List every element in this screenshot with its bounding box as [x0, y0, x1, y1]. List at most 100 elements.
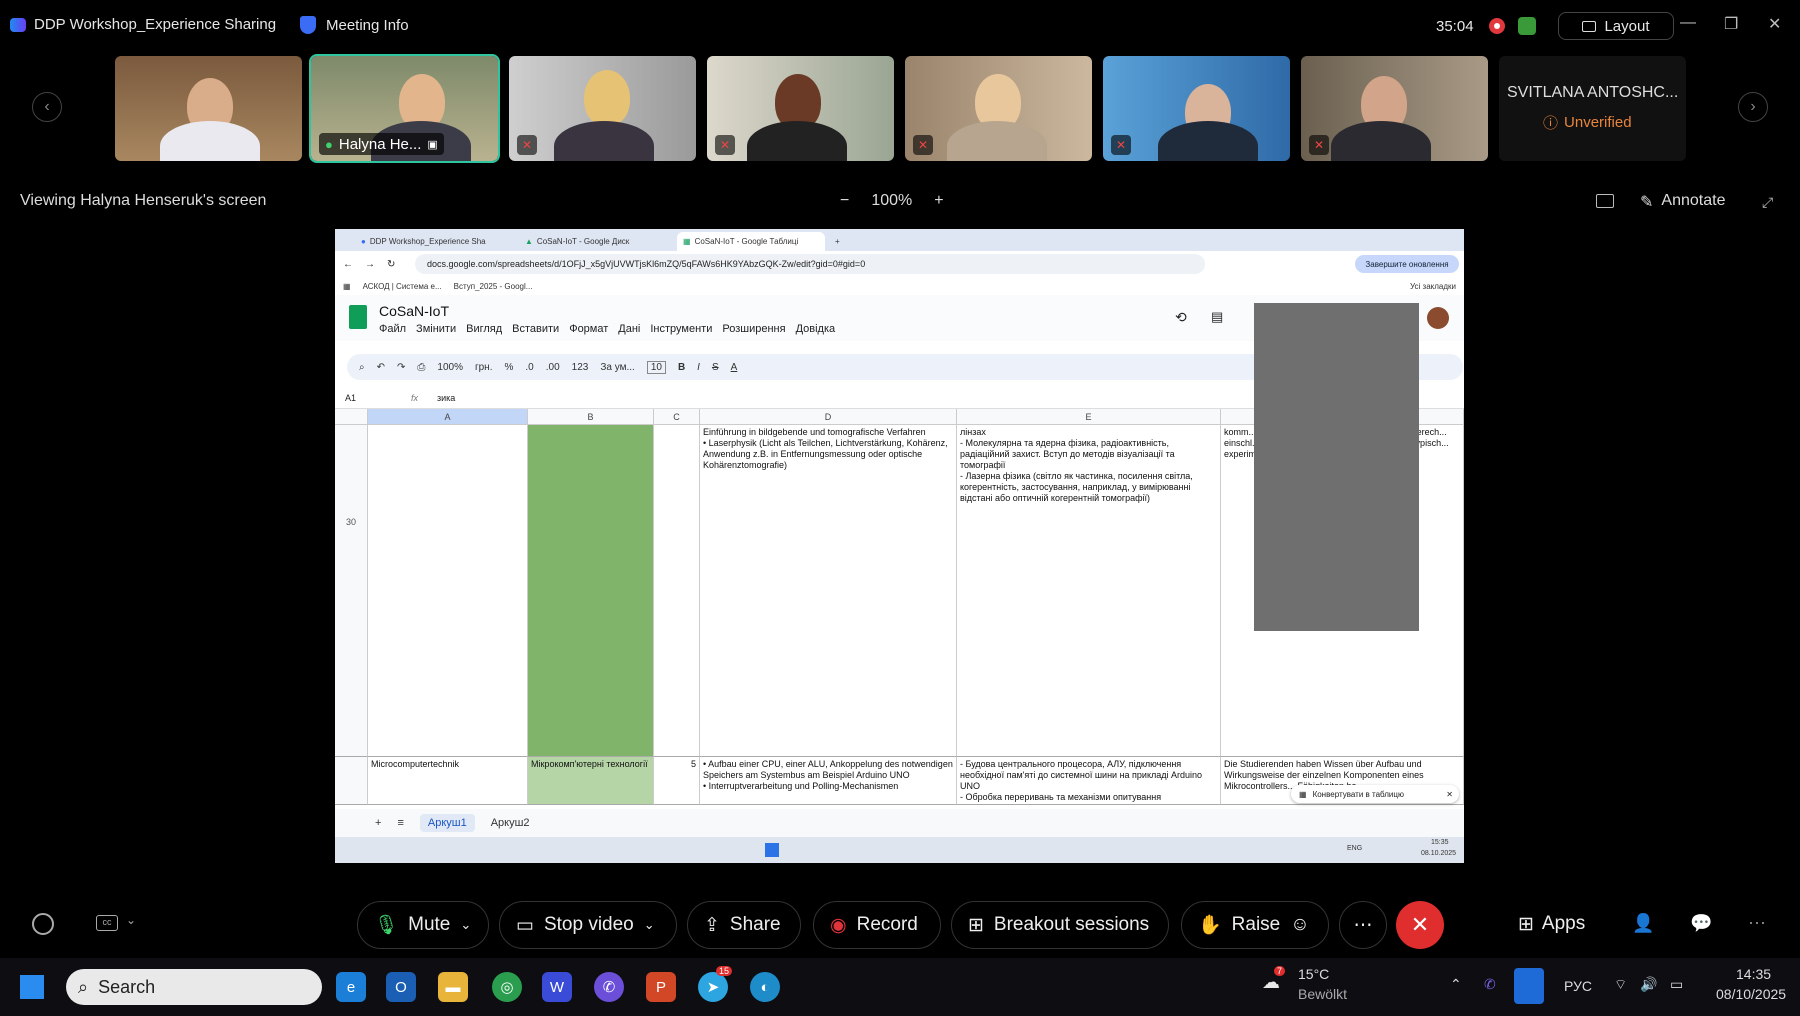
edge-icon[interactable]: e [336, 972, 366, 1002]
document-title[interactable]: CoSaN-IoT [379, 303, 449, 319]
captions-icon[interactable]: cc [96, 915, 118, 931]
restore-icon[interactable]: ❐ [1724, 14, 1738, 34]
participant-tile[interactable]: ✕ [509, 56, 696, 161]
fullscreen-icon[interactable]: ⤢ [1762, 194, 1773, 211]
participant-tile[interactable]: ✕ [905, 56, 1092, 161]
table-cell[interactable]: Мікрокомп'ютерні технології [528, 757, 654, 805]
chevron-up-icon[interactable]: ⌃ [1450, 976, 1462, 993]
breakout-sessions-button[interactable]: ⊞ Breakout sessions [951, 901, 1169, 949]
minimize-icon[interactable]: — [1680, 14, 1696, 32]
new-tab-icon[interactable]: + [829, 232, 846, 251]
user-avatar[interactable] [1427, 307, 1449, 329]
redo-icon[interactable]: ↷ [397, 362, 405, 373]
menu-view[interactable]: Вигляд [466, 323, 502, 335]
captions-chevron-icon[interactable]: ⌄ [126, 913, 136, 927]
menu-edit[interactable]: Змінити [416, 323, 456, 335]
history-icon[interactable]: ⟲ [1175, 309, 1187, 326]
bookmark-item[interactable]: АСКОД | Система е... [363, 282, 442, 291]
windows-start-icon[interactable] [765, 843, 779, 857]
reload-icon[interactable]: ↻ [387, 259, 395, 270]
table-cell[interactable] [654, 425, 700, 757]
font-select[interactable]: За ум... [600, 362, 634, 373]
table-cell[interactable]: Microcomputertechnik [368, 757, 528, 805]
table-cell[interactable]: 5 [654, 757, 700, 805]
taskbar-search[interactable]: ⌕ Search [66, 969, 322, 1005]
name-box[interactable]: A1 [345, 393, 356, 403]
browser-tab[interactable]: ▲ CoSaN-IoT - Google Диск [519, 232, 673, 251]
increase-decimal-button[interactable]: .00 [546, 362, 560, 373]
annotate-button[interactable]: ✎ Annotate [1640, 192, 1725, 212]
percent-button[interactable]: % [504, 362, 513, 373]
update-button[interactable]: Завершите оновлення [1355, 255, 1459, 273]
apps-grid-icon[interactable]: ▦ [343, 282, 351, 291]
participant-tile[interactable]: ✕ [707, 56, 894, 161]
windows-start-icon[interactable] [20, 975, 44, 999]
telegram-icon[interactable]: ➤ [698, 972, 728, 1002]
search-icon[interactable]: ⌕ [359, 362, 365, 373]
language-indicator[interactable]: РУС [1564, 978, 1592, 994]
table-cell[interactable]: лінзах - Молекулярна та ядерна фізика, р… [957, 425, 1221, 757]
reactions-icon[interactable]: ☺ [1290, 914, 1309, 936]
italic-icon[interactable]: I [697, 362, 700, 373]
sheet-tab[interactable]: Аркуш2 [491, 817, 530, 829]
end-meeting-button[interactable]: ✕ [1396, 901, 1444, 949]
menu-insert[interactable]: Вставити [512, 323, 559, 335]
meeting-info-button[interactable]: Meeting Info [300, 16, 409, 34]
formula-input[interactable]: зика [437, 393, 455, 403]
viber-icon[interactable]: ✆ [594, 972, 624, 1002]
table-cell[interactable]: • Aufbau einer CPU, einer ALU, Ankoppelu… [700, 757, 957, 805]
font-size-field[interactable]: 10 [646, 360, 666, 374]
menu-tools[interactable]: Інструменти [650, 323, 712, 335]
comments-icon[interactable]: ▤ [1211, 309, 1223, 325]
row-header[interactable]: 30 [335, 425, 368, 757]
zoom-out-button[interactable]: − [840, 192, 849, 210]
menu-file[interactable]: Файл [379, 323, 406, 335]
raise-hand-button[interactable]: ✋ Raise ☺ [1181, 901, 1329, 949]
outlook-icon[interactable]: O [386, 972, 416, 1002]
screen-options-icon[interactable] [1596, 194, 1614, 208]
record-button[interactable]: ◉ Record [813, 901, 941, 949]
all-bookmarks[interactable]: Усі закладки [1410, 282, 1456, 291]
chat-icon[interactable]: 💬 [1690, 913, 1712, 934]
column-header[interactable]: B [528, 409, 654, 425]
clock-time[interactable]: 14:35 [1736, 966, 1771, 982]
recording-indicator-icon[interactable] [1489, 18, 1505, 34]
browser-tab-active[interactable]: ▦ CoSaN-IoT - Google Таблиці [677, 232, 825, 251]
more-options-button[interactable]: ⋯ [1339, 901, 1387, 949]
undo-icon[interactable]: ↶ [377, 362, 385, 373]
layout-button[interactable]: Layout [1558, 12, 1674, 40]
column-header[interactable]: D [700, 409, 957, 425]
webex-icon[interactable]: W [542, 972, 572, 1002]
strikethrough-icon[interactable]: S [712, 362, 719, 373]
participant-tile[interactable]: ✕ [1301, 56, 1488, 161]
browser-tab[interactable]: ● DDP Workshop_Experience Sha [355, 232, 515, 251]
menu-format[interactable]: Формат [569, 323, 608, 335]
chrome-icon[interactable]: ◎ [492, 972, 522, 1002]
wifi-icon[interactable]: ⌔ [1614, 976, 1627, 994]
participant-tile-active-speaker[interactable]: ● Halyna He... ▣ [309, 54, 500, 163]
stop-video-button[interactable]: ▭ Stop video ⌄ [499, 901, 677, 949]
gallery-prev-icon[interactable]: ‹ [32, 92, 62, 122]
activity-icon[interactable] [32, 913, 54, 935]
volume-icon[interactable]: 🔊 [1640, 976, 1657, 993]
row-header[interactable] [335, 757, 368, 805]
table-cell[interactable] [528, 425, 654, 757]
share-button[interactable]: ⇪ Share [687, 901, 801, 949]
currency-button[interactable]: грн. [475, 362, 493, 373]
mute-button[interactable]: 🎙 Mute ⌄ [357, 901, 489, 949]
zoom-in-button[interactable]: + [934, 192, 943, 210]
corner-cell[interactable] [335, 409, 368, 425]
column-header[interactable]: E [957, 409, 1221, 425]
participant-tile[interactable]: ✕ [1103, 56, 1290, 161]
zoom-select[interactable]: 100% [437, 362, 463, 373]
table-cell[interactable] [368, 425, 528, 757]
app-icon[interactable]: ◐ [750, 972, 780, 1002]
close-window-icon[interactable]: ✕ [1768, 14, 1781, 34]
participant-tile-no-video[interactable]: SVITLANA ANTOSHC... ⓘ Unverified [1499, 56, 1686, 161]
sheet-tab-active[interactable]: Аркуш1 [419, 814, 475, 832]
viber-tray-icon[interactable]: ✆ [1484, 976, 1496, 993]
close-popup-icon[interactable]: ✕ [1446, 790, 1453, 799]
table-cell[interactable]: Einführung in bildgebende und tomografis… [700, 425, 957, 757]
print-icon[interactable]: ⎙ [417, 362, 425, 373]
shared-screen[interactable]: ● DDP Workshop_Experience Sha ▲ CoSaN-IoT … [335, 229, 1464, 863]
